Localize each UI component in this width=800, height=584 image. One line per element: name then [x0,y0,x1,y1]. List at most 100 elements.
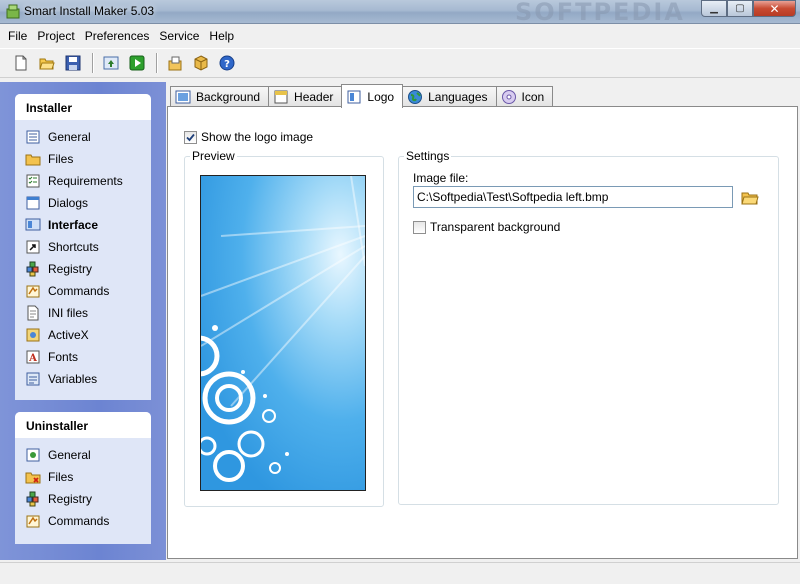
watermark: SOFTPEDIA [515,0,685,26]
globe-icon [407,89,423,105]
maximize-button[interactable]: ▢ [727,0,753,17]
nav-label: Registry [48,492,93,506]
nav-installer-variables[interactable]: Variables [25,368,151,390]
uninstaller-heading: Uninstaller [15,412,151,438]
commands-icon [25,283,41,299]
menu-project[interactable]: Project [32,29,79,43]
nav-uninstaller-general[interactable]: General [25,444,151,466]
nav-label: INI files [48,306,89,320]
nav-installer-requirements[interactable]: Requirements [25,170,151,192]
minimize-icon: ▁ [710,3,718,14]
close-button[interactable]: ✕ [753,0,796,17]
nav-label: Files [48,470,74,484]
image-file-label: Image file: [413,171,469,185]
tab-logo[interactable]: Logo [341,84,404,108]
checkbox-checked-icon[interactable] [184,130,197,144]
menu-bar: File Project Preferences Service Help [0,25,800,47]
tab-strip: Background Header Logo Languages Icon [166,84,554,108]
preview-legend: Preview [190,149,237,163]
new-document-icon[interactable] [10,52,32,74]
commands-icon [25,513,41,529]
nav-label: Fonts [48,350,79,364]
show-logo-checkbox[interactable]: Show the logo image [184,130,313,144]
menu-service[interactable]: Service [154,29,204,43]
nav-label: ActiveX [48,328,89,342]
build-run-icon[interactable] [126,52,148,74]
tab-label: Languages [428,90,488,104]
tab-background[interactable]: Background [170,86,270,107]
nav-installer-interface[interactable]: Interface [25,214,151,236]
toolbar: ? [0,48,800,78]
nav-label: Requirements [48,174,123,188]
show-logo-label: Show the logo image [201,130,314,144]
nav-label: Interface [48,218,99,232]
svg-text:?: ? [224,59,230,70]
nav-installer-dialogs[interactable]: Dialogs [25,192,151,214]
nav-installer-ini-files[interactable]: INI files [25,302,151,324]
toolbar-separator [156,53,158,73]
interface-icon [25,217,41,233]
tab-header[interactable]: Header [268,86,343,107]
folder-icon [25,151,41,167]
menu-file[interactable]: File [3,29,32,43]
general-icon [25,129,41,145]
uninstaller-group: Uninstaller General Files Registry Comma… [15,412,151,544]
nav-uninstaller-commands[interactable]: Commands [25,510,151,532]
tab-label: Background [196,90,261,104]
disc-icon [501,89,517,105]
status-bar [0,562,800,584]
nav-installer-fonts[interactable]: A Fonts [25,346,151,368]
open-project-icon[interactable] [164,52,186,74]
nav-label: Shortcuts [48,240,99,254]
tab-label: Logo [367,89,395,104]
nav-installer-files[interactable]: Files [25,148,151,170]
box-icon[interactable] [190,52,212,74]
app-icon [6,4,20,19]
nav-label: Files [48,152,74,166]
nav-installer-registry[interactable]: Registry [25,258,151,280]
help-icon[interactable]: ? [216,52,238,74]
menu-help[interactable]: Help [204,29,239,43]
shortcut-icon [25,239,41,255]
preview-group: Preview [184,149,384,507]
tab-languages[interactable]: Languages [402,86,497,107]
nav-installer-activex[interactable]: ActiveX [25,324,151,346]
tab-label: Header [294,90,334,104]
logo-icon [346,89,362,105]
nav-installer-general[interactable]: General [25,126,151,148]
nav-label: Variables [48,372,98,386]
title-bar: Smart Install Maker 5.03 SOFTPEDIA ▁ ▢ ✕ [0,0,800,26]
nav-label: Commands [48,284,110,298]
tab-icon[interactable]: Icon [495,86,554,107]
maximize-icon: ▢ [735,3,745,14]
variables-icon [25,371,41,387]
registry-icon [25,261,41,277]
nav-installer-shortcuts[interactable]: Shortcuts [25,236,151,258]
nav-label: General [48,130,91,144]
window-title: Smart Install Maker 5.03 [24,4,155,18]
activex-icon [25,327,41,343]
fonts-icon: A [25,349,41,365]
main-area: Background Header Logo Languages Icon Sh… [166,82,800,560]
image-file-input[interactable]: C:\Softpedia\Test\Softpedia left.bmp [413,186,733,208]
nav-uninstaller-registry[interactable]: Registry [25,488,151,510]
minimize-button[interactable]: ▁ [701,0,727,17]
export-icon[interactable] [100,52,122,74]
nav-label: Dialogs [48,196,89,210]
tab-label: Icon [521,90,545,104]
header-icon [273,89,289,105]
nav-label: Commands [48,514,110,528]
save-icon[interactable] [62,52,84,74]
nav-uninstaller-files[interactable]: Files [25,466,151,488]
checkbox-unchecked-icon[interactable] [413,220,426,234]
menu-preferences[interactable]: Preferences [80,29,155,43]
transparent-background-checkbox[interactable]: Transparent background [413,220,560,234]
dialogs-icon [25,195,41,211]
settings-legend: Settings [404,149,452,163]
toolbar-separator [92,53,94,73]
open-folder-icon[interactable] [36,52,58,74]
nav-installer-commands[interactable]: Commands [25,280,151,302]
settings-group: Settings Image file: C:\Softpedia\Test\S… [398,149,779,505]
browse-folder-icon[interactable] [740,188,760,206]
navigation-pane: Installer General Files Requirements Dia… [0,82,166,560]
